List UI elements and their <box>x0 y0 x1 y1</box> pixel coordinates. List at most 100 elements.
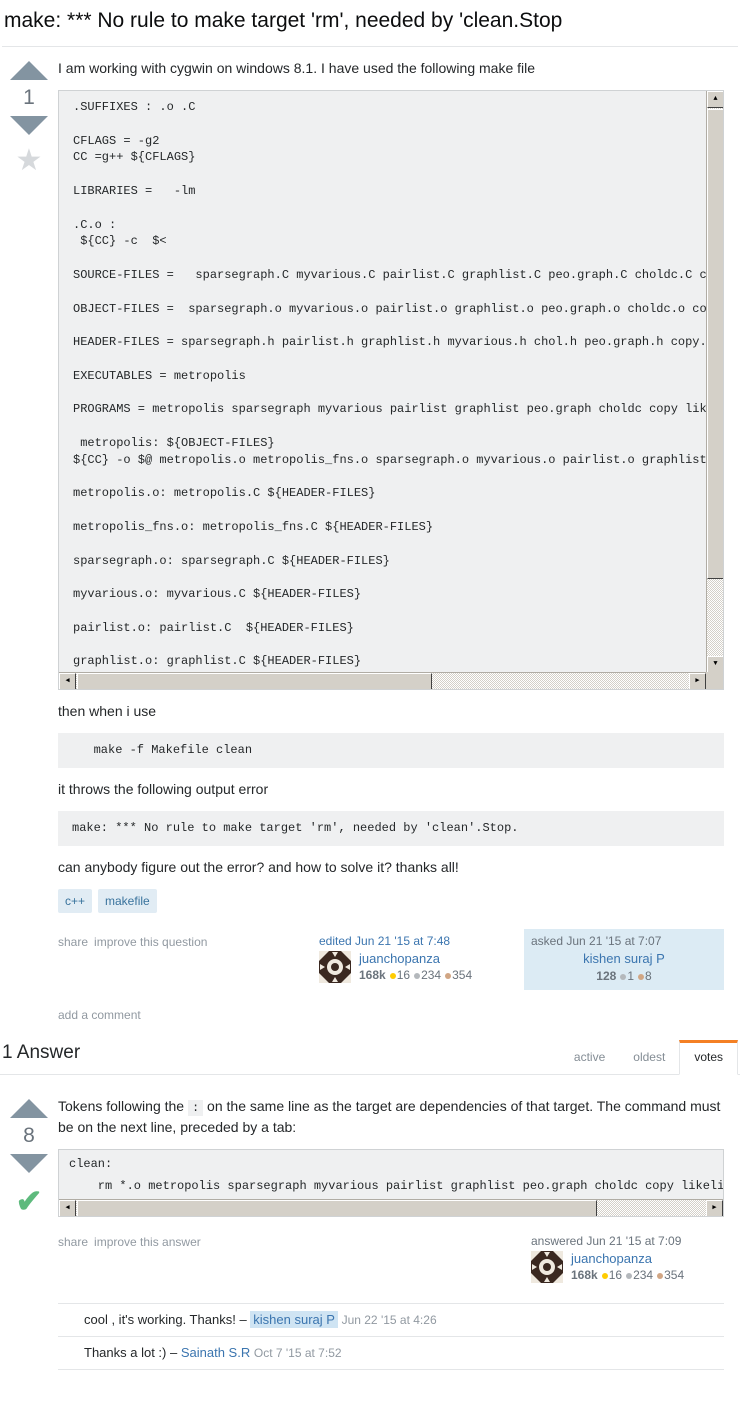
silver-badge-icon <box>414 972 421 979</box>
owner-username[interactable]: kishen suraj P <box>583 951 665 967</box>
comment-dash: – <box>170 1345 178 1360</box>
gold-badge-icon <box>601 1272 608 1279</box>
page-title: make: *** No rule to make target 'rm', n… <box>4 9 563 32</box>
upvote-button[interactable] <box>10 61 48 80</box>
share-answer-link[interactable]: share <box>58 1235 88 1249</box>
comment-text: cool , it's working. Thanks! <box>84 1312 236 1327</box>
owner-bronze-count: 8 <box>645 969 652 983</box>
editor-rep-value: 168k <box>359 968 386 982</box>
scroll-right-icon[interactable]: ▶ <box>689 673 706 689</box>
scrollbar-corner <box>706 672 723 689</box>
owner-silver-count: 1 <box>627 969 635 983</box>
answers-header: 1 Answer active oldest votes <box>0 1040 740 1075</box>
bronze-badge-icon <box>638 973 645 980</box>
avatar[interactable] <box>319 951 351 983</box>
answer-signatures: answered Jun 21 '15 at 7:09 juanchopanza… <box>524 1229 724 1289</box>
question-tags: c++ makefile <box>58 889 724 913</box>
tab-votes[interactable]: votes <box>679 1040 738 1075</box>
question-footer: share improve this question edited Jun 21… <box>58 929 724 990</box>
scroll-right-icon[interactable]: ▶ <box>706 1200 723 1216</box>
comment-text: Thanks a lot :) <box>84 1345 167 1360</box>
comment-item: Thanks a lot :) – Sainath S.R Oct 7 '15 … <box>58 1337 724 1370</box>
editor-user-card: edited Jun 21 '15 at 7:48 juanchopanza 1… <box>312 929 512 989</box>
owner-reputation: 128 1 8 <box>596 968 651 984</box>
answer-text: Tokens following the : on the same line … <box>58 1097 724 1137</box>
improve-answer-link[interactable]: improve this answer <box>94 1235 201 1249</box>
editor-reputation: 168k 16 234 354 <box>359 967 472 983</box>
answer-owner-reputation: 168k 16 234 354 <box>571 1267 684 1283</box>
answer-owner-silver-count: 234 <box>633 1268 654 1282</box>
gold-badge-icon <box>389 972 396 979</box>
silver-badge-icon <box>626 1272 633 1279</box>
horizontal-scroll-thumb[interactable] <box>77 673 432 689</box>
share-question-link[interactable]: share <box>58 935 88 949</box>
improve-question-link[interactable]: improve this question <box>94 935 207 949</box>
scroll-down-icon[interactable]: ▼ <box>707 656 723 673</box>
code-vertical-scrollbar[interactable]: ▲ ▼ <box>706 91 723 673</box>
owner-rep-value: 128 <box>596 969 617 983</box>
tag-cpp[interactable]: c++ <box>58 889 93 913</box>
code-horizontal-scrollbar[interactable]: ◀ ▶ <box>59 672 706 689</box>
tab-active[interactable]: active <box>560 1040 619 1074</box>
question-signatures: edited Jun 21 '15 at 7:48 juanchopanza 1… <box>312 929 724 990</box>
tab-oldest[interactable]: oldest <box>619 1040 679 1074</box>
answer-post-menu: share improve this answer <box>58 1229 207 1249</box>
answer-vote-cell: 8 ✔ <box>0 1097 58 1217</box>
makefile-code-content: .SUFFIXES : .o .C CFLAGS = -g2 CC =g++ ${… <box>73 100 724 669</box>
scroll-left-icon[interactable]: ◀ <box>59 1200 76 1216</box>
answer-owner-rep-value: 168k <box>571 1268 598 1282</box>
answer-text-part1: Tokens following the <box>58 1098 188 1114</box>
add-comment-link[interactable]: add a comment <box>58 1008 724 1022</box>
answered-timestamp: answered Jun 21 '15 at 7:09 <box>531 1234 682 1248</box>
comment-item: cool , it's working. Thanks! – kishen su… <box>58 1304 724 1337</box>
favorite-star-icon[interactable]: ★ <box>16 146 43 176</box>
editor-gold-count: 16 <box>396 968 411 982</box>
answer-horizontal-scrollbar[interactable]: ◀ ▶ <box>59 1199 723 1216</box>
answer-owner-gold-count: 16 <box>608 1268 623 1282</box>
answer-sort-tabs: active oldest votes <box>560 1040 738 1075</box>
comment-author[interactable]: kishen suraj P <box>250 1311 338 1328</box>
editor-username[interactable]: juanchopanza <box>359 951 472 967</box>
question-post-menu: share improve this question <box>58 929 213 949</box>
answer-footer: share improve this answer answered Jun 21… <box>58 1229 724 1289</box>
comment-date[interactable]: Oct 7 '15 at 7:52 <box>254 1346 342 1360</box>
question-intro-text: I am working with cygwin on windows 8.1.… <box>58 60 536 76</box>
answer-comments: cool , it's working. Thanks! – kishen su… <box>58 1303 724 1370</box>
scroll-left-icon[interactable]: ◀ <box>59 673 76 689</box>
answer-owner-username[interactable]: juanchopanza <box>571 1251 684 1267</box>
answer-upvote-button[interactable] <box>10 1099 48 1118</box>
accepted-answer-check-icon: ✔ <box>15 1183 43 1219</box>
downvote-button[interactable] <box>10 116 48 135</box>
tag-makefile[interactable]: makefile <box>98 889 157 913</box>
asked-timestamp: asked Jun 21 '15 at 7:07 <box>531 934 662 948</box>
answer-post: 8 ✔ Tokens following the : on the same l… <box>0 1075 740 1370</box>
makefile-code-block[interactable]: .SUFFIXES : .o .C CFLAGS = -g2 CC =g++ ${… <box>58 90 724 690</box>
comment-dash: – <box>239 1312 247 1327</box>
scroll-up-icon[interactable]: ▲ <box>707 91 723 108</box>
question-then-text: then when i use <box>58 703 157 719</box>
question-error-intro: it throws the following output error <box>58 781 269 797</box>
question-body: I am working with cygwin on windows 8.1.… <box>58 59 740 1022</box>
comment-author[interactable]: Sainath S.R <box>181 1345 250 1360</box>
question-post: 1 ★ I am working with cygwin on windows … <box>0 47 740 1022</box>
question-error-code: make: *** No rule to make target 'rm', n… <box>58 811 724 846</box>
answer-code-block[interactable]: clean: rm *.o metropolis sparsegraph myv… <box>58 1149 724 1217</box>
answer-downvote-button[interactable] <box>10 1154 48 1173</box>
question-command-code: make -f Makefile clean <box>58 733 724 768</box>
edited-timestamp[interactable]: edited Jun 21 '15 at 7:48 <box>319 934 505 948</box>
question-owner-card: asked Jun 21 '15 at 7:07 kishen suraj P … <box>524 929 724 990</box>
silver-badge-icon <box>620 973 627 980</box>
answer-vote-count: 8 <box>23 1124 35 1147</box>
avatar[interactable] <box>531 1251 563 1283</box>
vertical-scroll-thumb[interactable] <box>707 109 723 579</box>
answers-count-heading: 1 Answer <box>2 1042 81 1063</box>
comment-date[interactable]: Jun 22 '15 at 4:26 <box>342 1313 437 1327</box>
answer-code-content: clean: rm *.o metropolis sparsegraph myv… <box>69 1157 724 1193</box>
editor-bronze-count: 354 <box>452 968 473 982</box>
question-vote-count: 1 <box>23 86 35 109</box>
bronze-badge-icon <box>445 972 452 979</box>
bronze-badge-icon <box>657 1272 664 1279</box>
answer-body: Tokens following the : on the same line … <box>58 1097 740 1370</box>
horizontal-scroll-thumb[interactable] <box>77 1200 597 1216</box>
answer-inline-code: : <box>187 1100 204 1116</box>
